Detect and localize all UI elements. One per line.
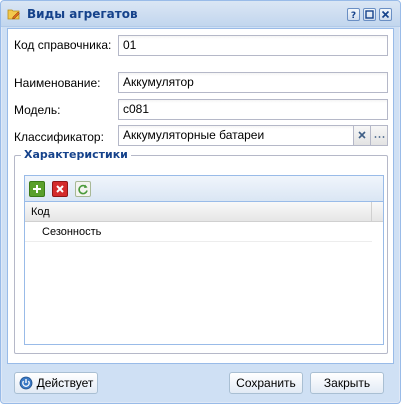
- refresh-icon: [78, 184, 88, 195]
- svg-text:?: ?: [351, 11, 356, 20]
- status-label: Действует: [36, 376, 94, 390]
- close-dialog-button[interactable]: Закрыть: [310, 372, 384, 394]
- add-button[interactable]: [29, 181, 45, 197]
- close-icon: [381, 10, 390, 19]
- title-bar[interactable]: Виды агрегатов ?: [1, 1, 400, 27]
- delete-icon: [56, 185, 64, 193]
- delete-button[interactable]: [52, 181, 68, 197]
- clear-icon: [358, 131, 366, 139]
- help-button[interactable]: ?: [347, 8, 360, 21]
- folder-edit-icon: [7, 7, 21, 21]
- grid-toolbar: [25, 176, 383, 202]
- characteristics-grid: Код Сезонность: [24, 175, 384, 345]
- model-label: Модель:: [14, 103, 61, 117]
- characteristics-fieldset: Характеристики Код Сезонность: [14, 148, 388, 354]
- save-button[interactable]: Сохранить: [229, 372, 303, 394]
- code-field[interactable]: 01: [118, 35, 388, 56]
- classifier-label: Классификатор:: [14, 130, 104, 144]
- ellipsis-icon: [374, 136, 385, 138]
- characteristics-legend: Характеристики: [21, 148, 131, 161]
- form-panel: Код справочника: 01 Наименование: Аккуму…: [7, 28, 394, 364]
- status-button[interactable]: Действует: [14, 372, 98, 394]
- header-scroll-spacer: [372, 202, 383, 222]
- name-field[interactable]: Аккумулятор: [118, 72, 388, 93]
- clear-trigger[interactable]: [353, 126, 370, 145]
- help-icon: ?: [351, 11, 356, 20]
- power-icon: [19, 376, 33, 390]
- maximize-button[interactable]: [363, 8, 376, 21]
- select-trigger[interactable]: [370, 126, 387, 145]
- dialog-window: Виды агрегатов ? Код справочника: 01 Наи…: [0, 0, 401, 404]
- maximize-icon: [365, 10, 374, 19]
- classifier-combo[interactable]: Аккумуляторные батареи: [118, 125, 388, 146]
- grid-header: Код: [25, 202, 383, 222]
- refresh-button[interactable]: [75, 181, 91, 197]
- close-button[interactable]: [379, 8, 392, 21]
- classifier-value: Аккумуляторные батареи: [123, 128, 265, 142]
- table-row[interactable]: Сезонность: [25, 222, 372, 242]
- name-label: Наименование:: [14, 76, 101, 90]
- plus-icon: [33, 185, 41, 193]
- model-field[interactable]: c081: [118, 99, 388, 120]
- column-header-code[interactable]: Код: [25, 202, 372, 222]
- code-label: Код справочника:: [14, 38, 112, 52]
- window-title: Виды агрегатов: [27, 7, 138, 21]
